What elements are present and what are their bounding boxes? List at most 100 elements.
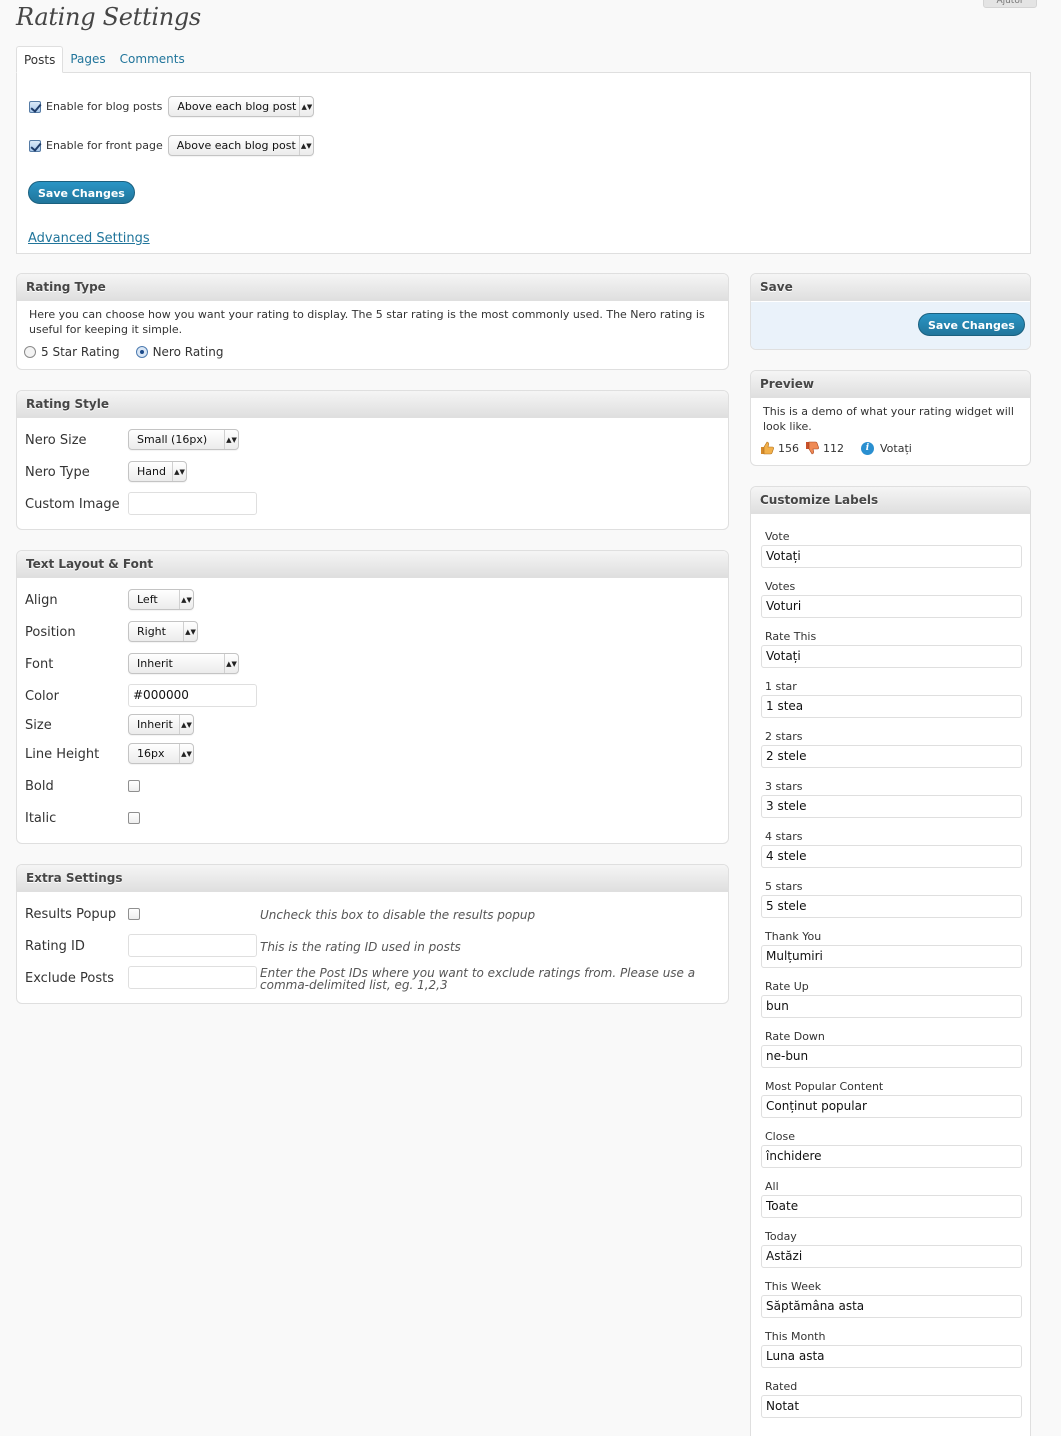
five-star-radio[interactable] (24, 346, 36, 358)
label-caption: This Month (765, 1330, 826, 1343)
label-value-input[interactable]: Conținut popular (761, 1095, 1022, 1118)
label-caption: Rate Up (765, 980, 809, 993)
tab-comments[interactable]: Comments (113, 46, 192, 73)
chevron-updown-icon: ▲▼ (298, 136, 313, 155)
label-value-input[interactable]: Toate (761, 1195, 1022, 1218)
label-value-input[interactable]: Mulțumiri (761, 945, 1022, 968)
enable-front-page-row: Enable for front page Above each blog po… (29, 135, 314, 156)
preview-description: This is a demo of what your rating widge… (763, 405, 1014, 433)
text-layout-title: Text Layout & Font (17, 551, 728, 578)
nero-rating-radio[interactable] (135, 346, 148, 358)
help-tab[interactable]: Ajutor (983, 0, 1037, 8)
enable-front-page-label: Enable for front page (46, 139, 163, 152)
chevron-updown-icon: ▲▼ (299, 97, 313, 116)
chevron-updown-icon: ▲▼ (224, 430, 238, 449)
customize-labels-title: Customize Labels (751, 487, 1030, 514)
label-value-input[interactable]: ne-bun (761, 1045, 1022, 1068)
front-page-position-value: Above each blog post (176, 139, 296, 152)
label-value-input[interactable]: 3 stele (761, 795, 1022, 818)
preview-title: Preview (751, 371, 1030, 398)
rating-type-description: Here you can choose how you want your ra… (29, 308, 705, 336)
label-value-input[interactable]: închidere (761, 1145, 1022, 1168)
rating-id-input[interactable] (128, 934, 257, 957)
rating-style-title: Rating Style (17, 391, 728, 418)
font-select[interactable]: Inherit ▲▼ (128, 653, 239, 674)
chevron-updown-icon: ▲▼ (172, 462, 186, 481)
enable-front-page-checkbox[interactable] (29, 139, 41, 152)
enable-blog-posts-checkbox[interactable] (29, 100, 41, 113)
label-caption: 3 stars (765, 780, 803, 793)
extra-settings-title: Extra Settings (17, 865, 728, 892)
rating-type-title: Rating Type (17, 274, 728, 301)
label-value-input[interactable]: Luna asta (761, 1345, 1022, 1368)
tab-posts[interactable]: Posts (16, 46, 64, 73)
position-label: Position (25, 625, 76, 640)
align-select[interactable]: Left ▲▼ (128, 589, 194, 610)
label-value-input[interactable]: 1 stea (761, 695, 1022, 718)
line-height-label: Line Height (25, 747, 100, 762)
label-value-input[interactable]: Votați (761, 545, 1022, 568)
customize-labels-box: Customize Labels Vote Votați Votes Voturi Ra… (750, 486, 1031, 1436)
enable-blog-posts-row: Enable for blog posts Above each blog po… (29, 96, 315, 117)
info-icon[interactable]: i (861, 441, 874, 455)
label-value-input[interactable]: 5 stele (761, 895, 1022, 918)
bold-checkbox[interactable] (128, 780, 140, 792)
blog-posts-position-select[interactable]: Above each blog post ▲▼ (168, 96, 315, 117)
label-caption: All (765, 1180, 779, 1193)
enable-blog-posts-label: Enable for blog posts (46, 100, 163, 113)
nero-size-value: Small (16px) (137, 433, 208, 446)
label-caption: This Week (765, 1280, 822, 1293)
position-select[interactable]: Right ▲▼ (128, 621, 198, 642)
label-value-input[interactable]: 2 stele (761, 745, 1022, 768)
custom-image-input[interactable] (128, 492, 257, 515)
size-select[interactable]: Inherit ▲▼ (128, 714, 194, 735)
save-changes-button[interactable]: Save Changes (28, 181, 135, 204)
rating-id-hint: This is the rating ID used in posts (260, 940, 461, 954)
up-count: 156 (778, 441, 799, 455)
label-value-input[interactable]: Notat (761, 1395, 1022, 1418)
chevron-updown-icon: ▲▼ (224, 654, 238, 673)
save-box-title: Save (751, 274, 1030, 301)
color-input[interactable]: #000000 (128, 684, 257, 707)
results-popup-label: Results Popup (25, 907, 117, 922)
thumbs-down-icon[interactable] (805, 441, 819, 455)
tab-pages[interactable]: Pages (63, 46, 112, 73)
label-value-input[interactable]: 4 stele (761, 845, 1022, 868)
chevron-updown-icon: ▲▼ (179, 590, 193, 609)
preview-widget: 156 112 i Votați (760, 441, 912, 455)
label-value-input[interactable]: Astăzi (761, 1245, 1022, 1268)
chevron-updown-icon: ▲▼ (179, 715, 193, 734)
bold-label: Bold (25, 779, 54, 794)
label-caption: 1 star (765, 680, 797, 693)
label-caption: Most Popular Content (765, 1080, 884, 1093)
nero-type-value: Hand (137, 465, 166, 478)
line-height-select[interactable]: 16px ▲▼ (128, 743, 194, 764)
thumbs-up-icon[interactable] (760, 441, 774, 455)
vote-label: Votați (880, 441, 912, 455)
advanced-settings-link[interactable]: Advanced Settings (28, 231, 150, 246)
results-popup-checkbox[interactable] (128, 908, 140, 920)
exclude-posts-hint: Enter the Post IDs where you want to exc… (260, 966, 696, 992)
font-label: Font (25, 657, 54, 672)
label-caption: Close (765, 1130, 795, 1143)
save-box: Save Save Changes (750, 273, 1031, 350)
front-page-position-select[interactable]: Above each blog post ▲▼ (167, 135, 314, 156)
exclude-posts-input[interactable] (128, 966, 257, 989)
position-value: Right (137, 625, 166, 638)
label-value-input[interactable]: bun (761, 995, 1022, 1018)
label-caption: Thank You (765, 930, 822, 943)
nero-type-select[interactable]: Hand ▲▼ (128, 461, 187, 482)
save-box-save-button[interactable]: Save Changes (918, 313, 1025, 336)
label-value-input[interactable]: Voturi (761, 595, 1022, 618)
label-value-input[interactable]: Săptămâna asta (761, 1295, 1022, 1318)
align-value: Left (137, 593, 158, 606)
italic-checkbox[interactable] (128, 812, 140, 824)
size-label: Size (25, 718, 52, 733)
extra-settings-box: Extra Settings Results Popup Uncheck thi… (16, 864, 729, 1004)
color-label: Color (25, 689, 59, 704)
nero-size-select[interactable]: Small (16px) ▲▼ (128, 429, 239, 450)
rating-type-options: 5 Star Rating Nero Rating (24, 345, 223, 359)
label-value-input[interactable]: Votați (761, 645, 1022, 668)
label-caption: 4 stars (765, 830, 803, 843)
tab-bar: Posts Pages Comments (16, 46, 192, 73)
